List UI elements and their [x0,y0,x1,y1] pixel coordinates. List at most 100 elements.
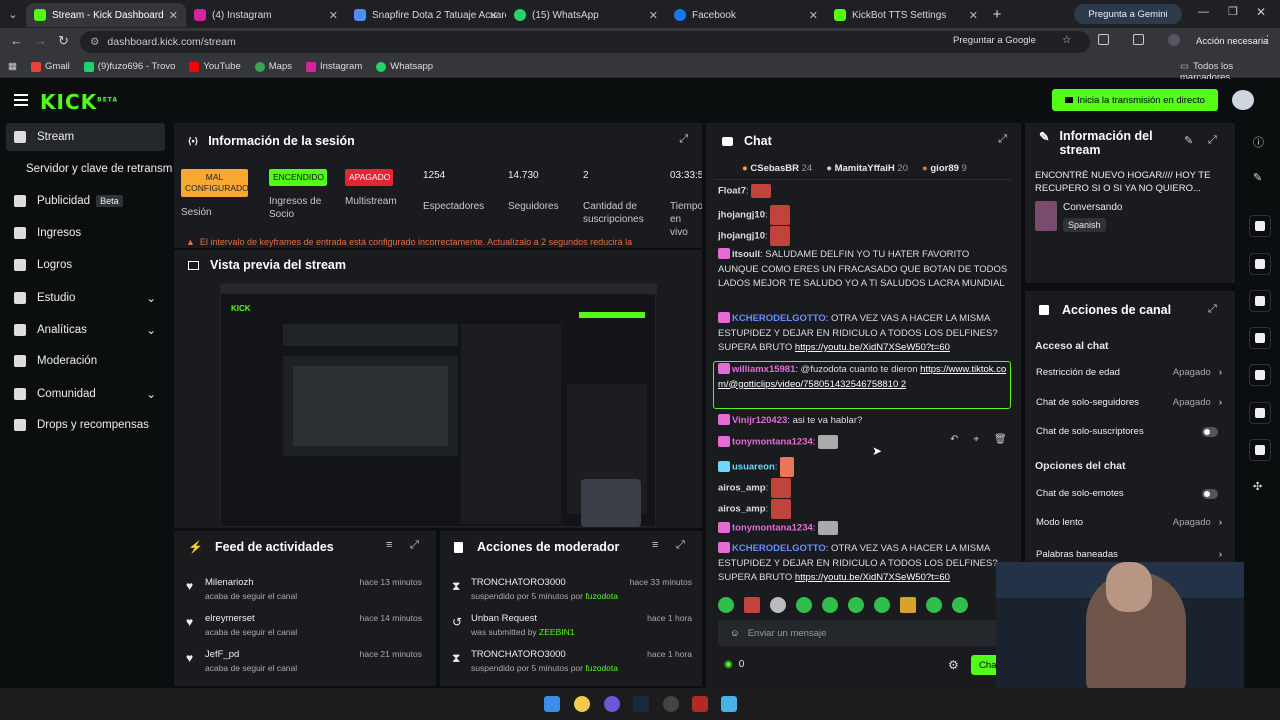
edit-pencil-icon[interactable]: ✎ [1184,134,1193,147]
user-avatar[interactable] [1232,90,1254,110]
banned-words-row[interactable]: Palabras baneadas › [1036,547,1222,561]
back-icon[interactable]: ← [10,33,23,48]
discord-icon[interactable] [604,696,620,712]
emote-icon[interactable] [744,597,760,613]
sidebar-item-ads[interactable]: Publicidad Beta [14,195,123,207]
reply-icon[interactable]: ↶ [950,434,958,445]
popout-icon[interactable]: ⤢ [679,133,688,146]
tool-button-4[interactable] [1249,327,1271,349]
extensions-icon[interactable] [1098,34,1109,45]
sidebar-item-achievements[interactable]: Logros [14,259,72,271]
bookmark-trovo[interactable]: (9)fuzo696 - Trovo [83,61,175,72]
chat-username[interactable]: KCHERODELGOTTO [732,543,826,554]
reload-icon[interactable]: ↻ [58,33,69,49]
downloads-icon[interactable] [1133,34,1144,45]
gifter-2[interactable]: ● MamitaYffaiH 20 [826,163,908,174]
menu-icon[interactable]: ⋮ [1262,33,1273,46]
popout-icon[interactable]: ⤢ [1208,134,1217,147]
emote-icon[interactable] [796,597,812,613]
windows-start-icon[interactable] [544,696,560,712]
channel-points[interactable]: ◉ 0 [724,659,744,670]
tab-kickbot[interactable]: KickBot TTS Settings ✕ [826,3,986,27]
tab-whatsapp[interactable]: (15) WhatsApp ✕ [506,3,666,27]
sidebar-item-server-key[interactable]: Servidor y clave de retransm [26,163,172,175]
emote-icon[interactable] [718,597,734,613]
popout-icon[interactable]: ⤢ [1208,303,1217,316]
chat-username[interactable]: jhojangj10 [718,210,765,221]
more-icon[interactable]: ✣ [1253,480,1262,493]
tool-button-2[interactable] [1249,253,1271,275]
chat-username[interactable]: airos_amp [718,483,766,494]
pin-icon[interactable]: ⌖ [973,434,979,445]
filter-icon[interactable]: ≡ [652,539,658,551]
action-needed-button[interactable]: Acción necesaria [1196,36,1268,47]
bookmark-youtube[interactable]: YouTube [189,61,241,72]
gifter-3[interactable]: ● gior89 9 [922,163,967,174]
tab-kick[interactable]: Stream - Kick Dashboard ✕ [26,3,186,27]
new-tab-icon[interactable]: + [986,6,1008,23]
apps-grid-icon[interactable]: ▦ [8,61,17,72]
minimize-icon[interactable]: — [1198,6,1209,18]
chat-link[interactable]: https://youtu.be/XidN7XSeW50?t=60 [795,342,950,353]
obs-icon[interactable] [663,696,679,712]
mod-by[interactable]: fuzodota [585,663,618,673]
close-icon[interactable]: ✕ [329,9,338,22]
chat-username[interactable]: tonymontana1234 [732,523,813,534]
tool-button-3[interactable] [1249,290,1271,312]
profile-avatar[interactable] [1168,34,1180,46]
mod-by[interactable]: ZEEBIN1 [539,627,574,637]
gifter-1[interactable]: ● CSebasBR 24 [742,163,812,174]
emote-icon[interactable] [952,597,968,613]
google-lens-button[interactable]: Preguntar a Google [953,35,1036,46]
chat-username[interactable]: itsoull [732,249,760,260]
followers-only-row[interactable]: Chat de solo-seguidores Apagado › [1036,397,1222,408]
chat-username[interactable]: Vinijr120423 [732,415,787,426]
chat-input[interactable]: ☺ Enviar un mensaje [718,620,1010,646]
url-input[interactable]: ⚙ dashboard.kick.com/stream Preguntar a G… [80,31,1090,53]
delete-icon[interactable]: 🗑 [994,434,1007,445]
tool-button-1[interactable] [1249,215,1271,237]
sidebar-item-income[interactable]: Ingresos [14,227,81,239]
category-name[interactable]: Conversando [1063,202,1122,213]
emote-icon[interactable] [926,597,942,613]
sidebar-item-stream[interactable]: Stream [14,131,74,143]
popout-icon[interactable]: ⤢ [676,539,685,552]
chat-username[interactable]: jhojangj10 [718,231,765,242]
chat-username[interactable]: tonymontana1234 [732,437,813,448]
tool-button-6[interactable] [1249,402,1271,424]
gemini-button[interactable]: Pregunta a Gemini [1074,4,1182,24]
site-info-icon[interactable]: ⚙ [90,36,99,48]
info-icon[interactable]: ⓘ [1253,134,1264,150]
bookmark-maps[interactable]: Maps [254,61,292,72]
tab-instagram[interactable]: (4) Instagram ✕ [186,3,346,27]
chat-username[interactable]: airos_amp [718,504,766,515]
sidebar-item-moderation[interactable]: Moderación [14,355,97,367]
mod-by[interactable]: fuzodota [585,591,618,601]
chat-username[interactable]: Float7 [718,186,746,197]
close-icon[interactable]: ✕ [169,9,178,22]
steam-icon[interactable] [633,696,649,712]
slow-mode-row[interactable]: Modo lento Apagado › [1036,517,1222,528]
popout-icon[interactable]: ⤢ [410,539,419,552]
notepad-icon[interactable] [721,696,737,712]
emote-icon[interactable] [900,597,916,613]
emotes-only-toggle[interactable] [1202,488,1218,499]
close-icon[interactable]: ✕ [809,9,818,22]
chrome-icon[interactable] [574,696,590,712]
chat-link[interactable]: https://youtu.be/XidN7XSeW50?t=60 [795,572,950,583]
emote-icon[interactable] [822,597,838,613]
forward-icon[interactable]: → [34,33,47,48]
emote-icon[interactable] [770,597,786,613]
bookmark-whatsapp[interactable]: Whatsapp [376,61,433,72]
tool-button-5[interactable] [1249,364,1271,386]
bookmark-star-icon[interactable]: ☆ [1062,34,1071,46]
filter-icon[interactable]: ≡ [386,539,392,551]
emote-icon[interactable] [848,597,864,613]
chat-settings-gear-icon[interactable]: ⚙ [948,658,959,672]
dota-icon[interactable] [692,696,708,712]
window-close-icon[interactable]: ✕ [1256,5,1266,19]
kick-logo[interactable]: KICKBETA [40,90,118,114]
tab-facebook[interactable]: Facebook ✕ [666,3,826,27]
bookmark-gmail[interactable]: Gmail [30,61,70,72]
maximize-icon[interactable]: ❐ [1228,5,1238,18]
